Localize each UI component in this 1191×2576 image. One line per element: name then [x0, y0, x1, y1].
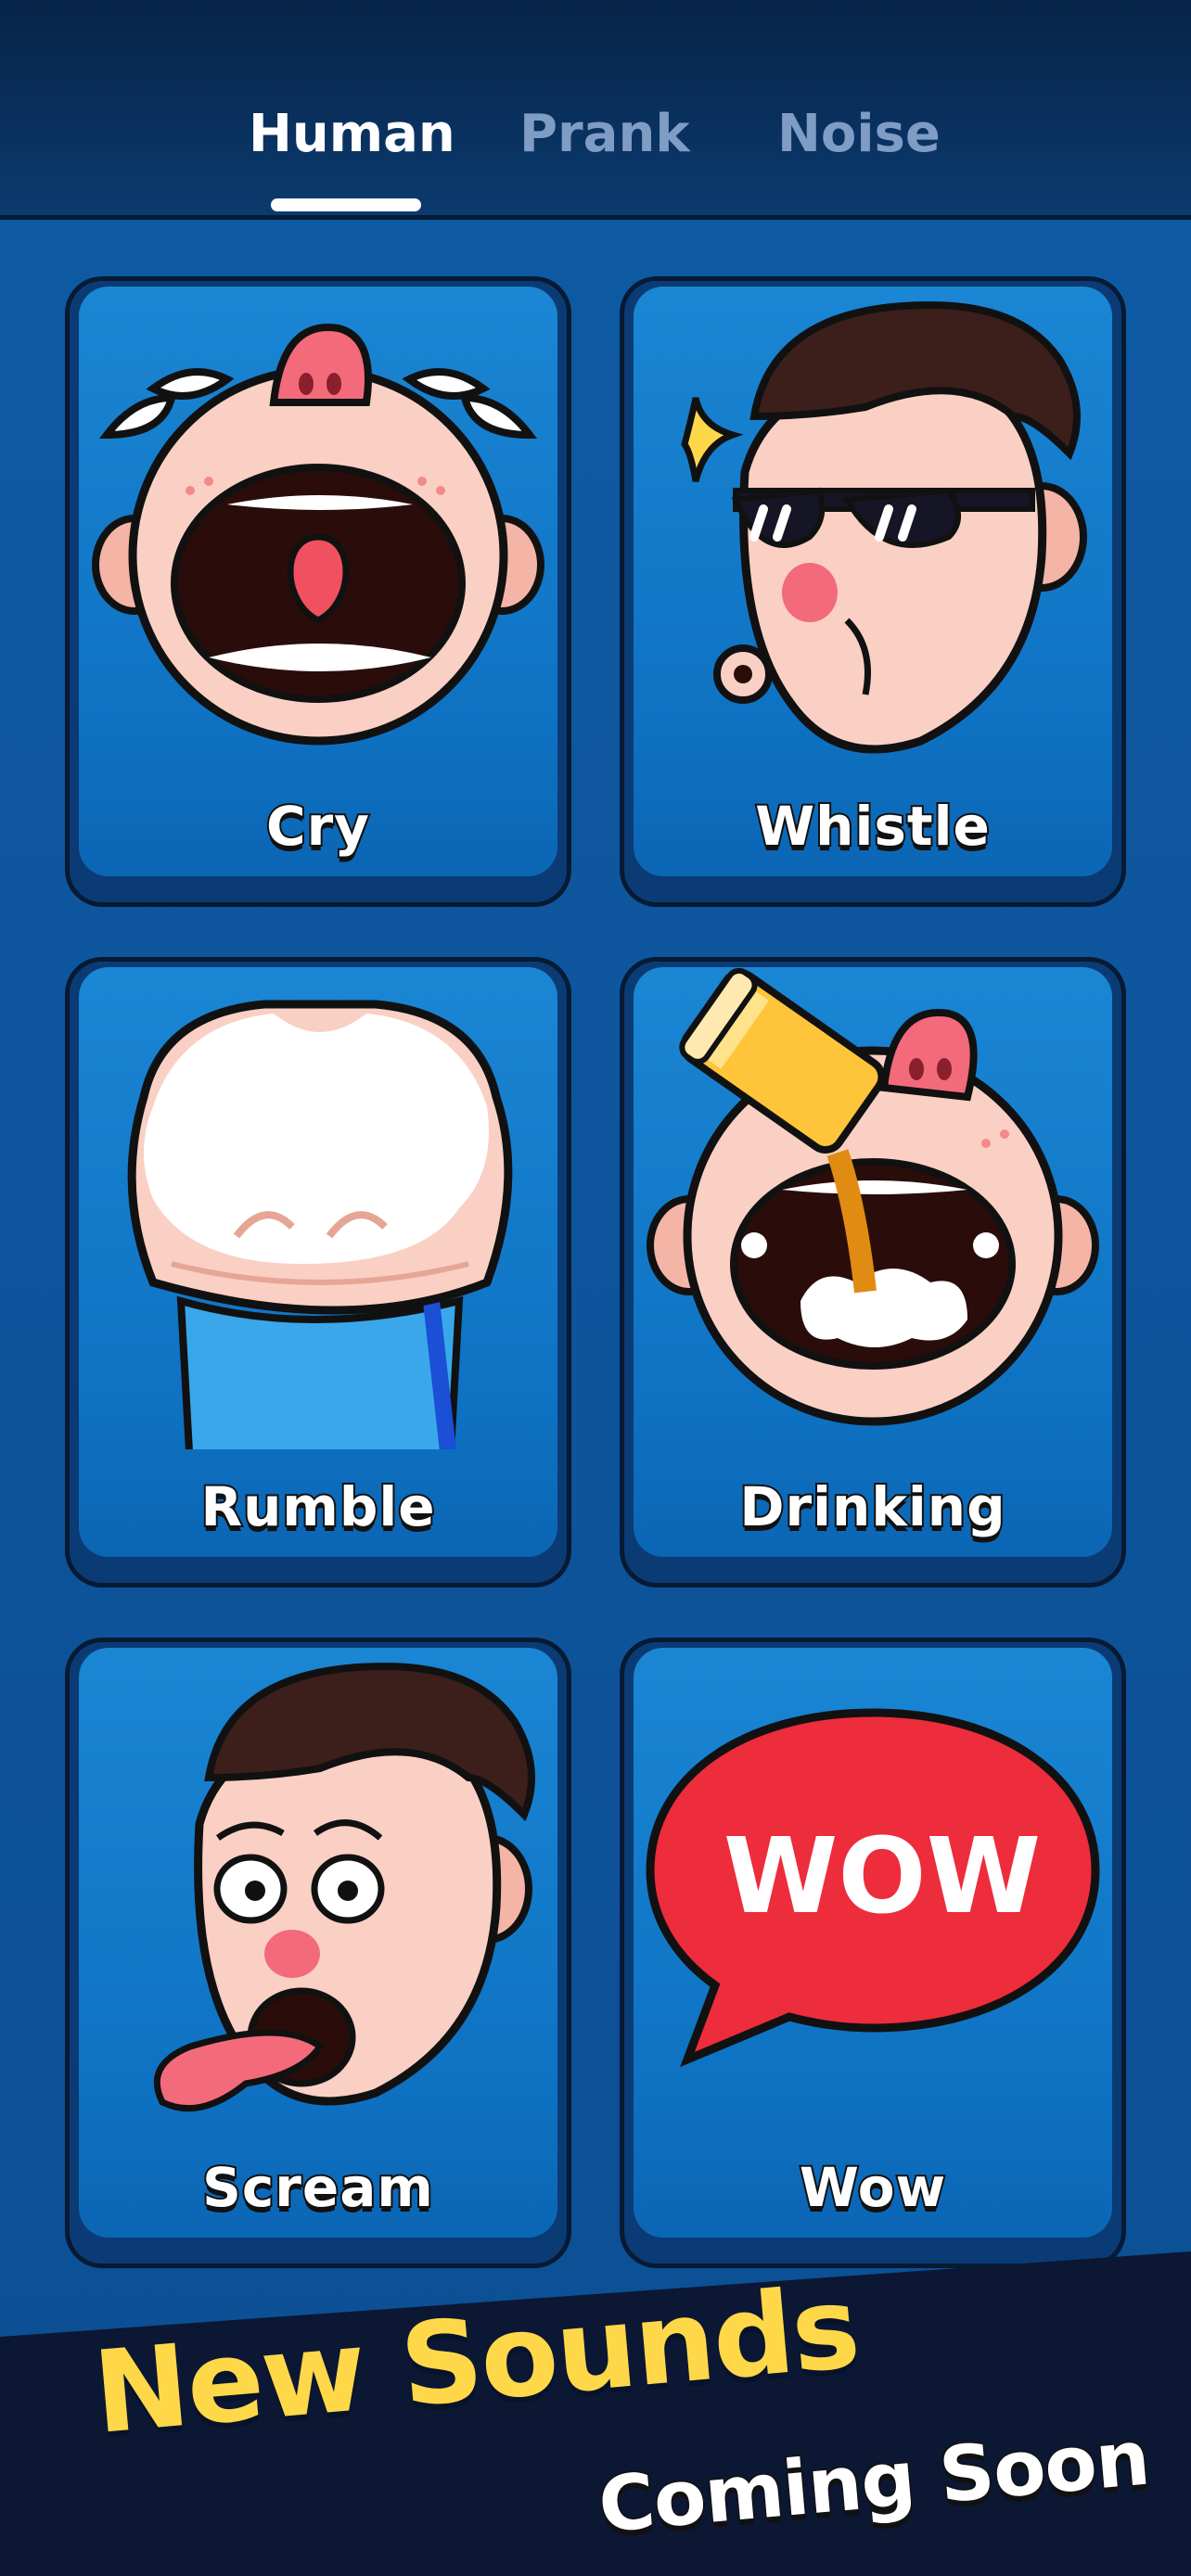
crying-baby-icon [92, 324, 544, 746]
card-label-cry: Cry [264, 793, 371, 860]
belly-rumble-icon [127, 1000, 513, 1449]
card-label-rumble: Rumble [198, 1473, 436, 1540]
top-tab-bar: Human Prank Noise [0, 0, 1191, 220]
active-tab-indicator [271, 198, 421, 211]
whistling-man-icon [681, 300, 1087, 754]
drinking-baby-icon [647, 967, 1099, 1426]
sound-card-whistle[interactable]: Whistle [620, 276, 1126, 907]
wow-bubble-text: WOW [724, 1817, 1041, 1937]
screaming-man-icon [153, 1662, 535, 2112]
sound-card-cry[interactable]: Cry [65, 276, 571, 907]
sound-card-scream[interactable]: Scream [65, 1638, 571, 2268]
sound-card-drinking[interactable]: Drinking [620, 957, 1126, 1588]
sound-card-wow[interactable]: WOW Wow [620, 1638, 1126, 2268]
tab-human[interactable]: Human [249, 104, 455, 164]
card-label-whistle: Whistle [753, 793, 992, 860]
tab-noise[interactable]: Noise [777, 104, 941, 164]
card-label-wow: Wow [798, 2154, 947, 2221]
card-label-scream: Scream [200, 2154, 435, 2221]
tab-prank[interactable]: Prank [519, 104, 690, 164]
card-label-drinking: Drinking [737, 1473, 1006, 1540]
wow-speech-bubble-icon: WOW [646, 1708, 1100, 2068]
sound-card-rumble[interactable]: Rumble [65, 957, 571, 1588]
